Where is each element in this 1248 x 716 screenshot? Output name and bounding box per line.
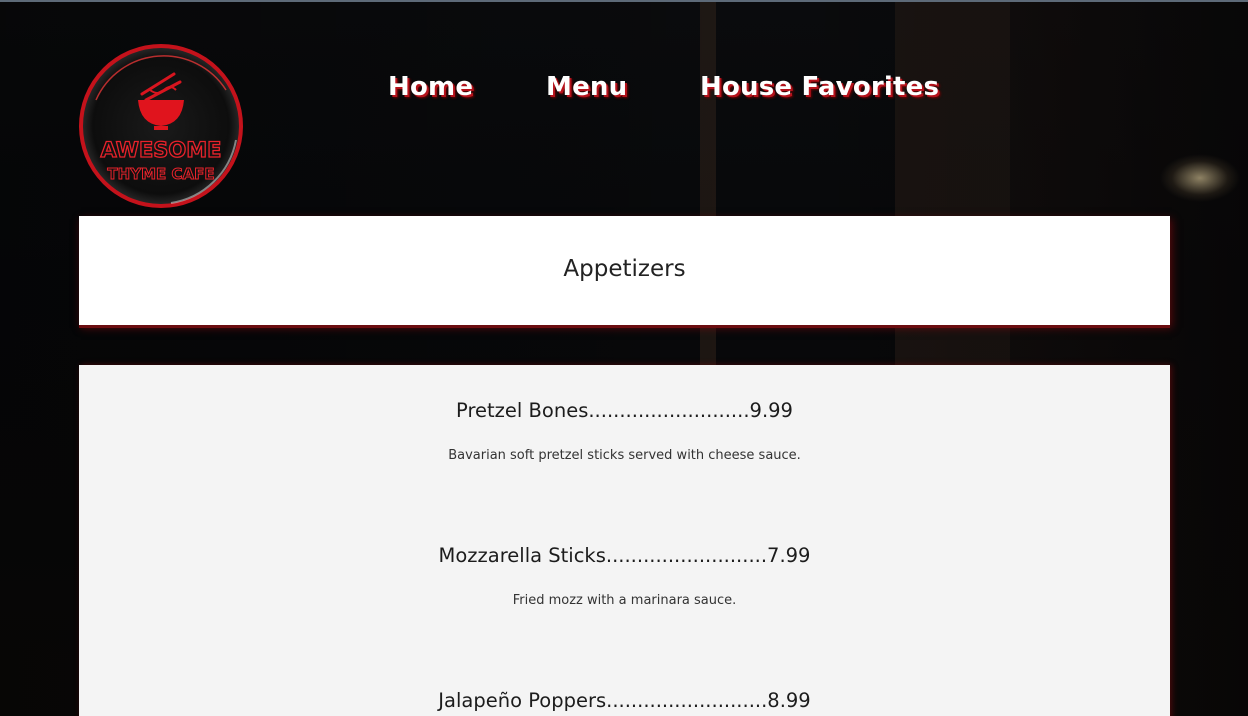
menu-items-card: Pretzel Bones..........................9… [79, 365, 1170, 716]
menu-item-description: Fried mozz with a marinara sauce. [512, 593, 737, 608]
main-nav: Home Menu House Favorites [0, 72, 1248, 112]
logo-line1: AWESOME [100, 138, 221, 162]
menu-item-title-line: Jalapeño Poppers........................… [79, 688, 1170, 714]
menu-item-title-line: Pretzel Bones..........................9… [79, 398, 1170, 424]
menu-item-price: 7.99 [767, 544, 811, 567]
cafe-logo[interactable]: AWESOME THYME CAFE [76, 40, 246, 212]
logo-emblem: AWESOME THYME CAFE [79, 44, 243, 208]
menu-item-description: Bavarian soft pretzel sticks served with… [448, 448, 801, 463]
menu-item-dot-leader: .......................... [606, 689, 768, 712]
menu-item-dot-leader: .......................... [605, 544, 768, 567]
menu-item-name: Jalapeño Poppers [438, 689, 607, 712]
window-top-border [0, 0, 1248, 2]
menu-item-dot-leader: .......................... [588, 399, 750, 422]
menu-item-name: Mozzarella Sticks [438, 544, 606, 567]
menu-item: Jalapeño Poppers........................… [79, 688, 1170, 714]
section-header-card: Appetizers [79, 216, 1170, 325]
nav-home-link[interactable]: Home [388, 72, 473, 102]
logo-line2: THYME CAFE [107, 165, 214, 183]
menu-item: Mozzarella Sticks.......................… [79, 543, 1170, 610]
menu-item-price: 9.99 [749, 399, 793, 422]
section-title: Appetizers [563, 256, 686, 282]
nav-house-favorites-link[interactable]: House Favorites [700, 72, 939, 102]
nav-menu-link[interactable]: Menu [546, 72, 627, 102]
menu-item-title-line: Mozzarella Sticks.......................… [79, 543, 1170, 569]
menu-item: Pretzel Bones..........................9… [79, 398, 1170, 465]
menu-item-name: Pretzel Bones [456, 399, 589, 422]
menu-item-price: 8.99 [767, 689, 811, 712]
